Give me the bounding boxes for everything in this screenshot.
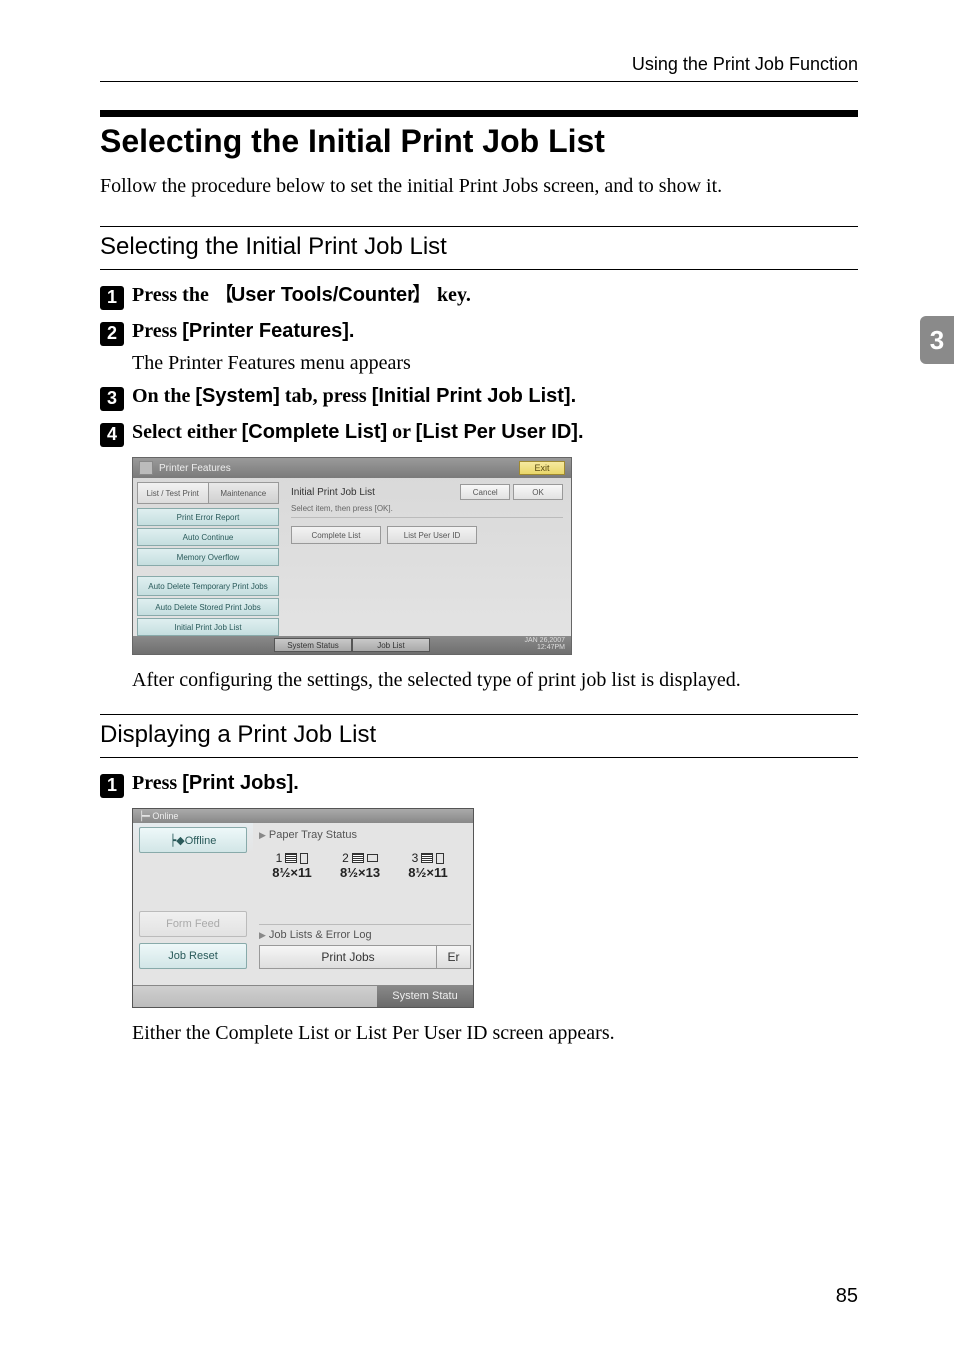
step-number-2: 2 bbox=[100, 322, 124, 346]
tab-list-test-print[interactable]: List / Test Print bbox=[137, 482, 209, 504]
offline-button[interactable]: ┝◆Offline bbox=[139, 827, 247, 853]
clock-date: JAN 26,2007 bbox=[525, 637, 565, 644]
step-3-a: On the bbox=[132, 385, 195, 407]
pf-title: Printer Features bbox=[159, 463, 231, 474]
paper-pile-icon bbox=[285, 853, 297, 863]
subsection-title-2: Displaying a Print Job List bbox=[100, 721, 858, 749]
subsection-rule-bottom-2 bbox=[100, 757, 858, 758]
form-feed-button[interactable]: Form Feed bbox=[139, 911, 247, 937]
error-log-button[interactable]: Er bbox=[437, 945, 471, 969]
btn-initial-print-job-list[interactable]: Initial Print Job List bbox=[137, 618, 279, 636]
step-4-a: Select either bbox=[132, 421, 242, 443]
opt-list-per-user[interactable]: List Per User ID bbox=[387, 526, 477, 544]
step-number-1: 1 bbox=[100, 286, 124, 310]
paper-tray-label: Paper Tray Status bbox=[259, 829, 471, 841]
step-number-4: 4 bbox=[100, 423, 124, 447]
step-b1-a: Press bbox=[132, 772, 182, 794]
job-reset-button[interactable]: Job Reset bbox=[139, 943, 247, 969]
portrait-icon bbox=[300, 853, 308, 864]
tray2-size: 8½×13 bbox=[340, 865, 380, 880]
tray2-num: 2 bbox=[342, 851, 349, 865]
tray3-size: 8½×11 bbox=[408, 865, 447, 880]
tray3-num: 3 bbox=[412, 851, 419, 865]
printer-icon bbox=[139, 461, 153, 475]
step-3-b: tab, press bbox=[285, 385, 372, 407]
paper-pile-icon bbox=[352, 853, 364, 863]
page-title: Selecting the Initial Print Job List bbox=[100, 123, 858, 160]
step-1-a: Press the bbox=[132, 284, 214, 306]
step-4-b: or bbox=[392, 421, 416, 443]
btn-auto-delete-stored[interactable]: Auto Delete Stored Print Jobs bbox=[137, 598, 279, 616]
step-1-key: User Tools/Counter bbox=[214, 284, 432, 306]
step-number-b1: 1 bbox=[100, 774, 124, 798]
step-4-ui1: [Complete List] bbox=[242, 421, 388, 443]
printer-features-screenshot: Printer Features Exit List / Test Print … bbox=[132, 457, 572, 655]
step-2-ui: [Printer Features]. bbox=[182, 320, 354, 342]
btn-auto-delete-temp[interactable]: Auto Delete Temporary Print Jobs bbox=[137, 576, 279, 596]
btn-auto-continue[interactable]: Auto Continue bbox=[137, 528, 279, 546]
running-header: Using the Print Job Function bbox=[632, 54, 858, 75]
exit-button[interactable]: Exit bbox=[519, 461, 565, 475]
panel-title: Initial Print Job List bbox=[291, 487, 375, 498]
job-lists-label: Job Lists & Error Log bbox=[259, 924, 471, 941]
ok-button[interactable]: OK bbox=[513, 484, 563, 500]
subsection-rule-top-1 bbox=[100, 226, 858, 227]
system-status-button[interactable]: System Status bbox=[274, 638, 352, 652]
step-2-desc: The Printer Features menu appears bbox=[132, 352, 858, 375]
subsection-rule-top-2 bbox=[100, 714, 858, 715]
step-number-3: 3 bbox=[100, 387, 124, 411]
chapter-tab: 3 bbox=[920, 316, 954, 364]
subsection-rule-bottom-1 bbox=[100, 269, 858, 270]
tray1-num: 1 bbox=[276, 851, 283, 865]
step-3-ui2: [Initial Print Job List]. bbox=[372, 385, 576, 407]
step-4-ui2: [List Per User ID]. bbox=[416, 421, 584, 443]
btn-print-error-report[interactable]: Print Error Report bbox=[137, 508, 279, 526]
step-1-b: key. bbox=[437, 284, 471, 306]
system-status-footer[interactable]: System Statu bbox=[377, 985, 473, 1007]
tab-maintenance[interactable]: Maintenance bbox=[209, 482, 280, 504]
intro-text: Follow the procedure below to set the in… bbox=[100, 172, 858, 200]
subsection-title-1: Selecting the Initial Print Job List bbox=[100, 233, 858, 261]
job-list-button[interactable]: Job List bbox=[352, 638, 430, 652]
tray1-size: 8½×11 bbox=[272, 865, 311, 880]
print-jobs-screenshot: ┝━ Online ┝◆Offline Form Feed Job Reset … bbox=[132, 808, 474, 1008]
panel-desc: Select item, then press [OK]. bbox=[291, 504, 563, 518]
page-number: 85 bbox=[836, 1285, 858, 1308]
post-shot-b-text: Either the Complete List or List Per Use… bbox=[132, 1022, 858, 1045]
step-2-a: Press bbox=[132, 320, 182, 342]
landscape-icon bbox=[367, 854, 378, 862]
btn-memory-overflow[interactable]: Memory Overflow bbox=[137, 548, 279, 566]
step-b1-ui: [Print Jobs]. bbox=[182, 772, 299, 794]
step-3-ui1: [System] bbox=[195, 385, 279, 407]
paper-pile-icon bbox=[421, 853, 433, 863]
post-shot-a-text: After configuring the settings, the sele… bbox=[132, 669, 858, 692]
opt-complete-list[interactable]: Complete List bbox=[291, 526, 381, 544]
cancel-button[interactable]: Cancel bbox=[460, 484, 510, 500]
portrait-icon bbox=[436, 853, 444, 864]
top-strip: ┝━ Online bbox=[133, 809, 473, 823]
title-rule bbox=[100, 110, 858, 117]
print-jobs-button[interactable]: Print Jobs bbox=[259, 945, 437, 969]
clock-time: 12:47PM bbox=[537, 644, 565, 651]
